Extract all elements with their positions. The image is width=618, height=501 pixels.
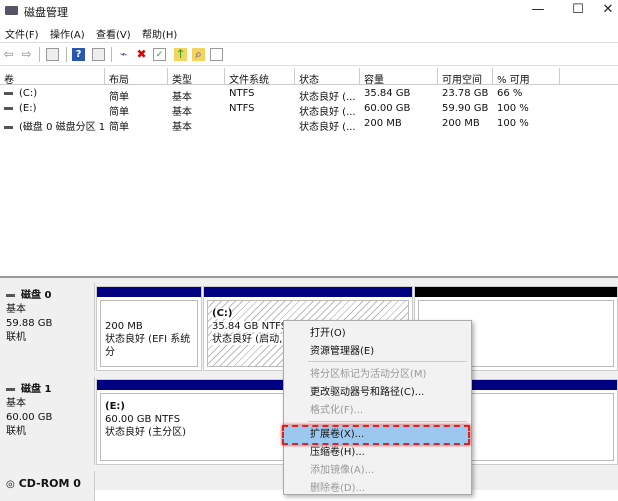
table-cell bbox=[225, 118, 295, 132]
cdrom-icon: ◎ bbox=[6, 479, 15, 490]
disk-management-icon bbox=[5, 6, 18, 15]
volume-list: 卷 布局 类型 文件系统 状态 容量 可用空间 % 可用 (C:) 简单 基本 NTF… bbox=[0, 68, 618, 273]
col-type[interactable]: 类型 bbox=[168, 68, 225, 86]
table-cell: 状态良好 (... bbox=[299, 122, 356, 132]
volume-icon bbox=[4, 106, 13, 110]
table-cell: 35.84 GB bbox=[364, 88, 411, 99]
menu-file[interactable]: 文件(F) bbox=[5, 26, 39, 41]
search-folder-icon[interactable]: ⌕ bbox=[192, 48, 205, 61]
forward-icon[interactable]: ⇨ bbox=[20, 48, 33, 61]
check-icon[interactable]: ✓ bbox=[153, 48, 166, 61]
console-tree-icon[interactable] bbox=[46, 48, 59, 61]
table-cell: 状态良好 (... bbox=[299, 107, 356, 117]
menu-item: 删除卷(D)... bbox=[310, 483, 366, 494]
menu-item[interactable]: 打开(O) bbox=[310, 325, 346, 343]
table-cell: (磁盘 0 磁盘分区 1) bbox=[0, 118, 105, 132]
table-cell: 基本 bbox=[172, 92, 192, 102]
maximize-button[interactable]: ☐ bbox=[568, 2, 588, 20]
table-cell: 基本 bbox=[172, 122, 192, 132]
table-cell: 200 MB bbox=[442, 118, 480, 129]
col-percent-free[interactable]: % 可用 bbox=[493, 68, 560, 86]
back-icon[interactable]: ⇦ bbox=[2, 48, 15, 61]
menu-item: 添加镜像(A)... bbox=[310, 465, 375, 476]
menu-item[interactable]: 资源管理器(E) bbox=[310, 343, 374, 361]
col-filesystem[interactable]: 文件系统 bbox=[225, 68, 295, 86]
partition-efi[interactable]: 200 MB 状态良好 (EFI 系统分 bbox=[96, 286, 202, 371]
window-title: 磁盘管理 bbox=[24, 6, 68, 19]
col-capacity[interactable]: 容量 bbox=[360, 68, 438, 86]
table-cell: 100 % bbox=[497, 118, 529, 129]
table-cell: NTFS bbox=[229, 88, 255, 99]
menu-view[interactable]: 查看(V) bbox=[96, 26, 131, 41]
table-cell: 200 MB bbox=[364, 118, 402, 129]
table-cell: 60.00 GB bbox=[364, 103, 411, 114]
volume-icon bbox=[4, 125, 13, 129]
menu-item: 将分区标记为活动分区(M) bbox=[310, 369, 427, 380]
minimize-button[interactable]: — bbox=[528, 2, 548, 20]
help-icon[interactable]: ? bbox=[72, 48, 85, 61]
list-view-icon[interactable] bbox=[210, 48, 223, 61]
menu-item[interactable]: 压缩卷(H)... bbox=[310, 444, 365, 462]
table-cell: 59.90 GB bbox=[442, 103, 489, 114]
menu-help[interactable]: 帮助(H) bbox=[142, 26, 177, 41]
col-empty bbox=[560, 68, 618, 85]
close-button[interactable]: ✕ bbox=[598, 2, 618, 20]
delete-icon[interactable]: ✖ bbox=[135, 48, 148, 61]
table-cell: 简单 bbox=[109, 107, 129, 117]
title-bar: 磁盘管理 — ☐ ✕ bbox=[0, 0, 618, 22]
disk-icon bbox=[6, 293, 15, 297]
table-cell: (E:) bbox=[0, 103, 105, 117]
disk-0-label[interactable]: 磁盘 0 基本 59.88 GB 联机 bbox=[0, 283, 95, 371]
table-cell: 66 % bbox=[497, 88, 523, 99]
volume-icon bbox=[4, 91, 13, 95]
col-layout[interactable]: 布局 bbox=[105, 68, 168, 86]
col-volume[interactable]: 卷 bbox=[0, 68, 105, 86]
properties-pane-icon[interactable] bbox=[92, 48, 105, 61]
menu-item[interactable]: 更改驱动器号和路径(C)... bbox=[310, 384, 424, 402]
cdrom-0-label[interactable]: ◎ CD-ROM 0 bbox=[0, 471, 95, 501]
menu-item: 格式化(F)... bbox=[310, 405, 364, 416]
up-folder-icon[interactable]: ↑ bbox=[174, 48, 187, 61]
disk-icon bbox=[6, 387, 15, 391]
menu-bar: 文件(F) 操作(A) 查看(V) 帮助(H) bbox=[0, 22, 618, 42]
toolbar: ⇦ ⇨ ? ⌁ ✖ ✓ ↑ ⌕ bbox=[0, 42, 618, 66]
context-menu: 打开(O) 资源管理器(E) 将分区标记为活动分区(M) 更改驱动器号和路径(C)..… bbox=[282, 320, 472, 495]
connect-icon[interactable]: ⌁ bbox=[117, 48, 130, 61]
table-cell: 23.78 GB bbox=[442, 88, 489, 99]
table-cell: 简单 bbox=[109, 122, 129, 132]
table-cell: 基本 bbox=[172, 107, 192, 117]
menu-item[interactable]: 扩展卷(X)... bbox=[310, 426, 364, 444]
table-cell: (C:) bbox=[0, 88, 105, 102]
col-status[interactable]: 状态 bbox=[295, 68, 360, 86]
table-cell: 简单 bbox=[109, 92, 129, 102]
table-cell: 100 % bbox=[497, 103, 529, 114]
table-cell: NTFS bbox=[229, 103, 255, 114]
table-cell: 状态良好 (... bbox=[299, 92, 356, 102]
disk-1-label[interactable]: 磁盘 1 基本 60.00 GB 联机 bbox=[0, 377, 95, 465]
col-free-space[interactable]: 可用空间 bbox=[438, 68, 493, 86]
menu-action[interactable]: 操作(A) bbox=[50, 26, 85, 41]
